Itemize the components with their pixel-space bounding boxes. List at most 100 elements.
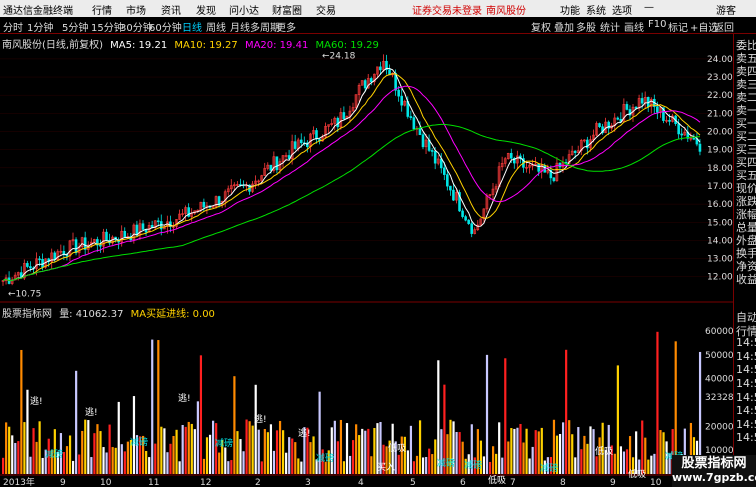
y-tick-label: 18.00 xyxy=(707,164,733,174)
volume-bar xyxy=(656,331,659,474)
menu-item[interactable]: 系统 xyxy=(586,2,606,17)
toolbar-button[interactable]: 多股 xyxy=(576,19,596,34)
volume-bar xyxy=(212,420,215,474)
candle-body xyxy=(443,167,446,175)
volume-bar xyxy=(23,422,26,474)
volume-bar xyxy=(431,454,434,474)
volume-bar xyxy=(218,452,221,474)
candle-body xyxy=(141,223,145,230)
title-bar: 通达信金融终端 行情 市场 资讯 发现 问小达 财富圈 交易 证券交易未登录 南… xyxy=(0,0,756,17)
y-tick-label: 16.00 xyxy=(707,200,733,210)
candle-body xyxy=(269,164,273,171)
candle-body xyxy=(692,137,696,140)
toolbar-button[interactable]: F10 xyxy=(648,19,666,30)
volume-bar xyxy=(233,376,236,474)
menu-item[interactable]: 功能 xyxy=(560,2,580,17)
candle-body xyxy=(446,174,449,187)
quote-panel: 委比 卖五 卖四 卖三 卖二 卖一 买一 买二 买三 买四 买五 现价 涨跌 涨幅 总量 外盘 换手 净资 收益 自动… xyxy=(733,34,756,487)
toolbar-button[interactable]: 复权 xyxy=(531,19,551,34)
x-tick-label: 10 xyxy=(650,478,662,487)
menu-item[interactable]: 行情 xyxy=(92,2,112,17)
menu-item[interactable]: 资讯 xyxy=(161,2,181,17)
volume-bar xyxy=(412,461,416,474)
tab-period[interactable]: 30分钟 xyxy=(120,19,153,34)
menu-item[interactable]: 市场 xyxy=(126,2,146,17)
quote-panel-label: 14:56 xyxy=(736,417,756,431)
volume-bar xyxy=(65,446,69,474)
signal-label: 低吸 xyxy=(388,442,406,454)
toolbar-button[interactable]: 返回 xyxy=(714,19,734,34)
volume-bar xyxy=(272,450,276,474)
tab-period[interactable]: 周线 xyxy=(206,19,226,34)
volume-bar xyxy=(397,454,400,474)
volume-bar xyxy=(519,423,522,474)
signal-label: 减磅 xyxy=(316,452,334,464)
menu-item[interactable]: 发现 xyxy=(196,2,216,17)
volume-indicator-info: 股票指标网 量: 41062.37 MA买延进线: 0.00 xyxy=(2,305,215,320)
tab-period[interactable]: 5分钟 xyxy=(62,19,88,34)
signal-label: 低吸 xyxy=(628,468,646,480)
volume-bar xyxy=(355,424,358,474)
volume-bar xyxy=(257,429,260,474)
menu-item[interactable]: 财富圈 xyxy=(272,2,302,17)
toolbar-button[interactable]: 统计 xyxy=(600,19,620,34)
volume-bar xyxy=(205,437,209,474)
volume-bar xyxy=(495,453,498,474)
volume-bar xyxy=(422,457,425,474)
candle-body xyxy=(99,244,102,247)
volume-bar xyxy=(196,401,199,474)
tab-period[interactable]: 1分钟 xyxy=(27,19,53,34)
volume-bar xyxy=(288,437,291,474)
kline-chart[interactable]: 24.00 23.00 22.00 21.00 20.00 19.00 18.00 17.00… xyxy=(0,34,733,487)
volume-bar xyxy=(485,354,489,474)
volume-bar xyxy=(455,431,458,474)
ma10-value: MA10: 19.27 xyxy=(174,40,238,51)
toolbar-button[interactable]: 叠加 xyxy=(554,19,574,34)
y-tick-label: 14.00 xyxy=(707,236,733,246)
volume-bar xyxy=(117,401,120,474)
x-tick-label: 8 xyxy=(560,478,566,487)
tab-period[interactable]: 15分钟 xyxy=(91,19,124,34)
volume-bar xyxy=(5,422,8,474)
menu-item[interactable]: 选项 xyxy=(612,2,632,17)
tab-period[interactable]: 更多 xyxy=(276,19,296,34)
candle-body xyxy=(123,230,127,238)
volume-bar xyxy=(208,434,212,474)
candle-body xyxy=(668,119,671,122)
candle-body xyxy=(537,163,540,172)
volume-bar xyxy=(35,441,38,474)
volume-bar xyxy=(294,442,297,474)
candle-body xyxy=(299,139,303,144)
volume-bar xyxy=(361,428,364,474)
toolbar-button[interactable]: 标记 xyxy=(668,19,688,34)
menu-item[interactable]: 交易 xyxy=(316,2,336,17)
y-tick-label: 15.00 xyxy=(707,218,733,228)
volume-bar xyxy=(160,426,163,474)
signal-label: 逃! xyxy=(178,392,191,404)
minimize-icon[interactable]: — xyxy=(644,2,654,13)
user-label[interactable]: 游客 xyxy=(716,2,736,17)
volume-bar xyxy=(522,442,525,474)
tab-period[interactable]: 月线 xyxy=(230,19,250,34)
vol-tick-label: 20000 xyxy=(705,422,733,432)
x-tick-label: 6 xyxy=(460,478,466,487)
volume-bar xyxy=(20,349,23,474)
candle-body xyxy=(640,98,644,104)
toolbar-button[interactable]: 画线 xyxy=(624,19,644,34)
tab-period[interactable]: 分时 xyxy=(3,19,23,34)
menu-item[interactable]: 问小达 xyxy=(229,2,259,17)
tab-period[interactable]: 60分钟 xyxy=(149,19,182,34)
volume-bar xyxy=(87,420,90,474)
volume-bar xyxy=(132,396,136,474)
candle-body xyxy=(467,219,470,224)
volume-bar xyxy=(507,441,510,474)
volume-bar xyxy=(199,355,203,474)
login-notice[interactable]: 证券交易未登录 xyxy=(412,2,482,17)
candle-body xyxy=(625,104,629,110)
volume-bar xyxy=(577,427,580,474)
volume-bar xyxy=(269,424,273,474)
tab-period-active[interactable]: 日线 xyxy=(182,19,202,34)
candle-body xyxy=(397,89,400,97)
x-tick-label: 11 xyxy=(148,478,159,487)
watermark-line1: 股票指标网 xyxy=(681,456,747,471)
